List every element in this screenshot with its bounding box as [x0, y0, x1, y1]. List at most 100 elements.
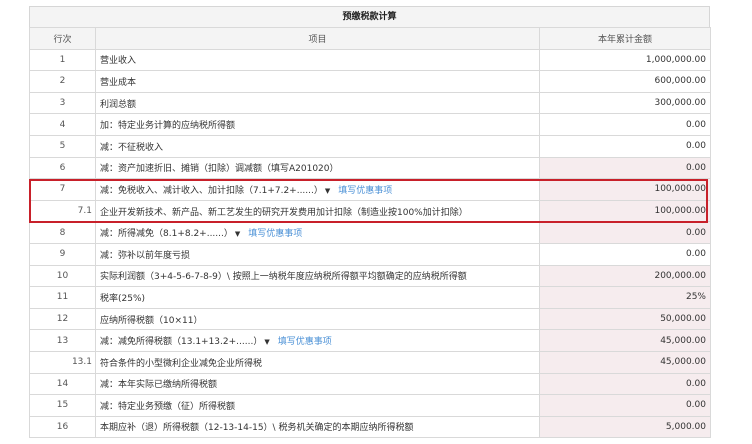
row-item: 加：特定业务计算的应纳税所得额 [95, 113, 540, 136]
row-item-label: 符合条件的小型微利企业减免企业所得税 [100, 358, 263, 369]
row-number: 10 [29, 264, 96, 288]
row-amount[interactable]: 100,000.00 [539, 178, 711, 201]
row-item-label: 减：减免所得税额（13.1+13.2+......） [100, 337, 263, 348]
table-row: 7 减：免税收入、减计收入、加计扣除（7.1+7.2+......） ▼ 填写优惠事项… [29, 178, 711, 201]
row-item-label: 减：不征税收入 [100, 142, 164, 153]
header-row-no: 行次 [29, 27, 96, 50]
row-amount[interactable]: 45,000.00 [539, 350, 711, 374]
row-number: 2 [29, 70, 96, 93]
row-amount[interactable]: 600,000.00 [539, 70, 711, 93]
row-item: 本期应补（退）所得税额（12-13-14-15）\ 税务机关确定的本期应纳所得税… [95, 415, 540, 439]
row-item-label: 减：特定业务预缴（征）所得税额 [100, 401, 236, 412]
row-amount[interactable]: 0.00 [539, 242, 711, 266]
row-item-label: 利润总额 [100, 99, 137, 110]
dropdown-arrow-icon[interactable]: ▼ [325, 187, 330, 195]
row-number: 11 [29, 286, 96, 309]
tax-calc-table: 行次 项目 本年累计金额 1 营业收入 1,000,000.00 2 营业成本 600,0… [29, 27, 711, 439]
row-number: 5 [29, 134, 96, 158]
row-number: 6 [29, 156, 96, 180]
row-amount[interactable]: 1,000,000.00 [539, 48, 711, 72]
row-number: 3 [29, 91, 96, 115]
row-amount[interactable]: 0.00 [539, 372, 711, 396]
header-row: 行次 项目 本年累计金额 [29, 27, 711, 50]
row-number: 15 [29, 394, 96, 417]
row-item-label: 企业开发新技术、新产品、新工艺发生的研究开发费用加计扣除（制造业按100%加计扣… [100, 207, 468, 218]
table-row: 8 减：所得减免（8.1+8.2+......） ▼ 填写优惠事项 0.00 [29, 221, 711, 244]
row-amount[interactable]: 0.00 [539, 156, 711, 180]
table-row: 6 减：资产加速折旧、摊销（扣除）调减额（填写A201020） 0.00 [29, 156, 711, 180]
row-number: 14 [29, 372, 96, 396]
table-row: 2 营业成本 600,000.00 [29, 70, 711, 93]
row-amount[interactable]: 0.00 [539, 394, 711, 417]
table-row: 4 加：特定业务计算的应纳税所得额 0.00 [29, 113, 711, 136]
row-amount[interactable]: 45,000.00 [539, 329, 711, 352]
table-row: 15 减：特定业务预缴（征）所得税额 0.00 [29, 394, 711, 417]
row-item-label: 应纳所得税额（10×11） [100, 315, 203, 326]
row-item-label: 营业收入 [100, 56, 137, 67]
table-row: 13 减：减免所得税额（13.1+13.2+......） ▼ 填写优惠事项 45,00… [29, 329, 711, 352]
row-item-label: 减：资产加速折旧、摊销（扣除）调减额（填写A201020） [100, 164, 339, 175]
row-item: 减：减免所得税额（13.1+13.2+......） ▼ 填写优惠事项 [95, 329, 540, 352]
row-item-label: 本期应补（退）所得税额（12-13-14-15）\ 税务机关确定的本期应纳所得税… [100, 423, 414, 434]
table-row: 1 营业收入 1,000,000.00 [29, 48, 711, 72]
row-amount[interactable]: 25% [539, 286, 711, 309]
row-item-label: 减：弥补以前年度亏损 [100, 250, 191, 261]
row-amount[interactable]: 5,000.00 [539, 415, 711, 439]
row-number: 4 [29, 113, 96, 136]
row-item: 营业成本 [95, 70, 540, 93]
table-row: 12 应纳所得税额（10×11） 50,000.00 [29, 307, 711, 331]
row-number: 16 [29, 415, 96, 439]
row-item: 利润总额 [95, 91, 540, 115]
fill-preference-link[interactable]: 填写优惠事项 [278, 337, 332, 347]
row-amount[interactable]: 300,000.00 [539, 91, 711, 115]
row-amount[interactable]: 200,000.00 [539, 264, 711, 288]
table-row: 10 实际利润额（3+4-5-6-7-8-9）\ 按照上一纳税年度应纳税所得额平均… [29, 264, 711, 288]
table-row: 11 税率(25%) 25% [29, 286, 711, 309]
row-item: 减：弥补以前年度亏损 [95, 242, 540, 266]
row-amount[interactable]: 100,000.00 [539, 199, 711, 223]
row-item-label: 加：特定业务计算的应纳税所得额 [100, 121, 236, 132]
header-amount: 本年累计金额 [539, 27, 711, 50]
fill-preference-link[interactable]: 填写优惠事项 [338, 186, 392, 196]
table-title: 预缴税款计算 [29, 6, 710, 27]
row-number: 12 [29, 307, 96, 331]
row-number: 1 [29, 48, 96, 72]
row-number: 13.1 [29, 350, 96, 374]
row-item: 应纳所得税额（10×11） [95, 307, 540, 331]
dropdown-arrow-icon[interactable]: ▼ [235, 230, 240, 238]
row-item: 企业开发新技术、新产品、新工艺发生的研究开发费用加计扣除（制造业按100%加计扣… [95, 199, 540, 223]
row-number: 7 [29, 178, 96, 201]
row-item-label: 税率(25%) [100, 293, 146, 304]
row-amount[interactable]: 0.00 [539, 113, 711, 136]
row-number: 13 [29, 329, 96, 352]
row-item: 税率(25%) [95, 286, 540, 309]
row-item: 营业收入 [95, 48, 540, 72]
row-amount[interactable]: 0.00 [539, 134, 711, 158]
row-item: 减：本年实际已缴纳所得税额 [95, 372, 540, 396]
tax-calc-panel: 预缴税款计算 行次 项目 本年累计金额 1 营业收入 1,000,000.00 2 营业… [29, 6, 711, 439]
row-item-label: 减：本年实际已缴纳所得税额 [100, 380, 218, 391]
row-item-label: 实际利润额（3+4-5-6-7-8-9）\ 按照上一纳税年度应纳税所得额平均额确… [100, 272, 467, 283]
row-item: 符合条件的小型微利企业减免企业所得税 [95, 350, 540, 374]
table-row: 13.1 符合条件的小型微利企业减免企业所得税 45,000.00 [29, 350, 711, 374]
row-item: 减：免税收入、减计收入、加计扣除（7.1+7.2+......） ▼ 填写优惠事项 [95, 178, 540, 201]
table-row: 16 本期应补（退）所得税额（12-13-14-15）\ 税务机关确定的本期应纳所… [29, 415, 711, 439]
dropdown-arrow-icon[interactable]: ▼ [264, 338, 269, 346]
table-row: 9 减：弥补以前年度亏损 0.00 [29, 242, 711, 266]
table-row: 7.1 企业开发新技术、新产品、新工艺发生的研究开发费用加计扣除（制造业按100%… [29, 199, 711, 223]
row-number: 7.1 [29, 199, 96, 223]
row-item: 减：所得减免（8.1+8.2+......） ▼ 填写优惠事项 [95, 221, 540, 244]
row-number: 9 [29, 242, 96, 266]
row-item: 减：特定业务预缴（征）所得税额 [95, 394, 540, 417]
table-row: 3 利润总额 300,000.00 [29, 91, 711, 115]
row-amount[interactable]: 50,000.00 [539, 307, 711, 331]
table-row: 5 减：不征税收入 0.00 [29, 134, 711, 158]
fill-preference-link[interactable]: 填写优惠事项 [248, 229, 302, 239]
table-row: 14 减：本年实际已缴纳所得税额 0.00 [29, 372, 711, 396]
row-amount[interactable]: 0.00 [539, 221, 711, 244]
row-item-label: 减：所得减免（8.1+8.2+......） [100, 229, 233, 240]
row-item-label: 减：免税收入、减计收入、加计扣除（7.1+7.2+......） [100, 185, 323, 196]
row-item-label: 营业成本 [100, 77, 137, 88]
row-item: 减：资产加速折旧、摊销（扣除）调减额（填写A201020） [95, 156, 540, 180]
row-number: 8 [29, 221, 96, 244]
